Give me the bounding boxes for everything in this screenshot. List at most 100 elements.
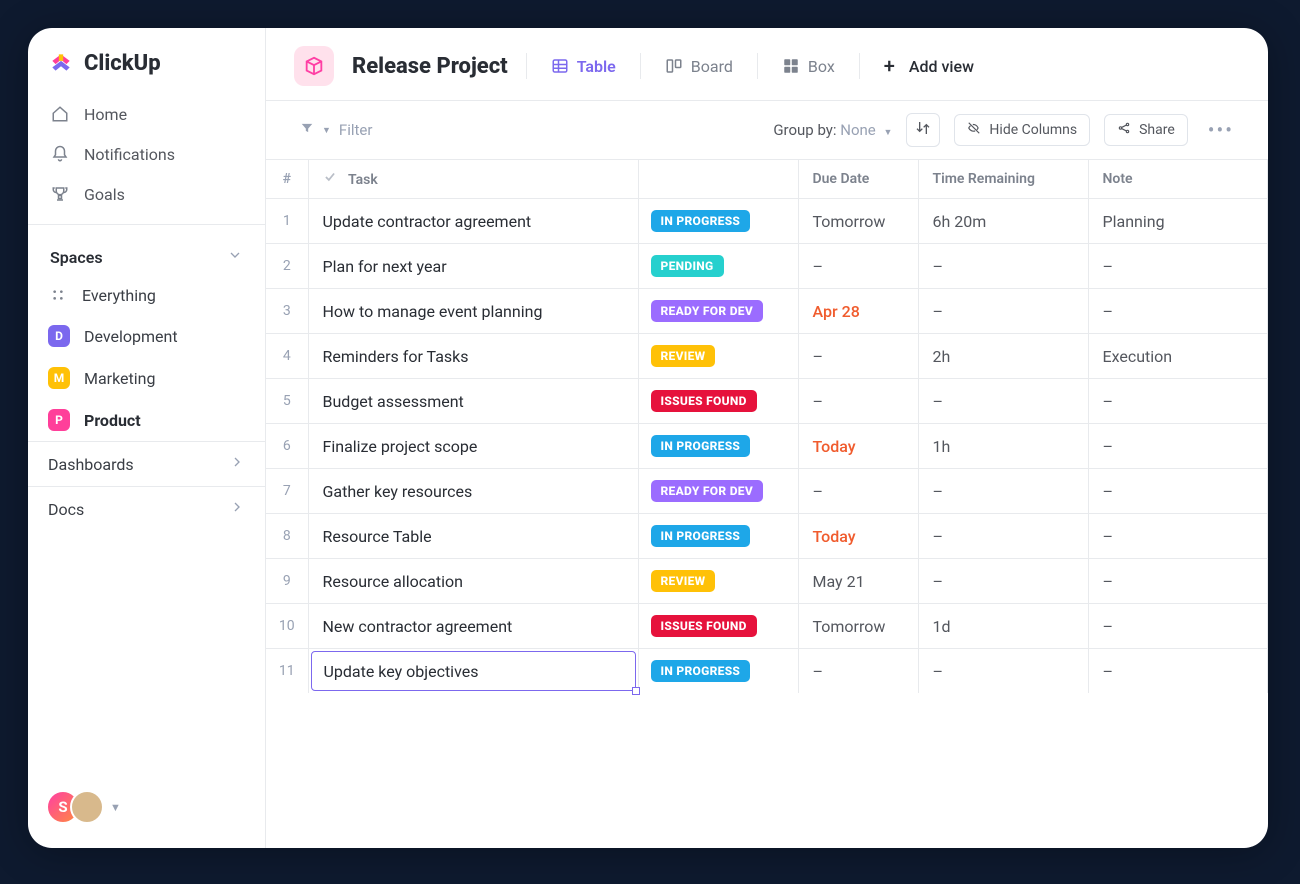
sort-button[interactable] bbox=[906, 113, 940, 147]
time-cell[interactable]: – bbox=[918, 289, 1088, 334]
task-cell[interactable]: Resource Table bbox=[308, 514, 638, 559]
status-cell[interactable]: IN PROGRESS bbox=[638, 424, 798, 469]
column-header-note[interactable]: Note bbox=[1088, 160, 1268, 199]
sidebar-item-docs[interactable]: Docs bbox=[28, 486, 265, 531]
table-row[interactable]: 2Plan for next yearPENDING––– bbox=[266, 244, 1268, 289]
note-cell[interactable]: Execution bbox=[1088, 334, 1268, 379]
note-cell[interactable]: – bbox=[1088, 289, 1268, 334]
task-name[interactable]: Plan for next year bbox=[309, 244, 638, 288]
time-cell[interactable]: – bbox=[918, 559, 1088, 604]
table-row[interactable]: 3How to manage event planningREADY FOR D… bbox=[266, 289, 1268, 334]
user-avatars[interactable]: S ▼ bbox=[28, 772, 265, 848]
status-cell[interactable]: REVIEW bbox=[638, 334, 798, 379]
avatar[interactable] bbox=[70, 790, 104, 824]
task-cell[interactable]: Gather key resources bbox=[308, 469, 638, 514]
task-cell[interactable]: Plan for next year bbox=[308, 244, 638, 289]
task-name[interactable]: Budget assessment bbox=[309, 379, 638, 423]
column-header-time[interactable]: Time Remaining bbox=[918, 160, 1088, 199]
sidebar-item-everything[interactable]: Everything bbox=[28, 275, 265, 315]
column-header-number[interactable]: # bbox=[266, 160, 308, 199]
task-cell[interactable]: Resource allocation bbox=[308, 559, 638, 604]
note-cell[interactable]: – bbox=[1088, 649, 1268, 694]
note-cell[interactable]: – bbox=[1088, 469, 1268, 514]
status-cell[interactable]: IN PROGRESS bbox=[638, 199, 798, 244]
status-cell[interactable]: PENDING bbox=[638, 244, 798, 289]
time-cell[interactable]: – bbox=[918, 469, 1088, 514]
due-cell[interactable]: – bbox=[798, 379, 918, 424]
column-header-due[interactable]: Due Date bbox=[798, 160, 918, 199]
resize-handle[interactable] bbox=[632, 687, 640, 695]
sidebar-item-home[interactable]: Home bbox=[38, 94, 255, 134]
hide-columns-button[interactable]: Hide Columns bbox=[954, 114, 1090, 146]
table-row[interactable]: 5Budget assessmentISSUES FOUND––– bbox=[266, 379, 1268, 424]
due-cell[interactable]: Tomorrow bbox=[798, 199, 918, 244]
due-cell[interactable]: Tomorrow bbox=[798, 604, 918, 649]
task-name[interactable]: Resource allocation bbox=[309, 559, 638, 603]
status-cell[interactable]: READY FOR DEV bbox=[638, 289, 798, 334]
due-cell[interactable]: – bbox=[798, 469, 918, 514]
status-cell[interactable]: IN PROGRESS bbox=[638, 649, 798, 694]
table-row[interactable]: 8Resource TableIN PROGRESSToday–– bbox=[266, 514, 1268, 559]
table-row[interactable]: 6Finalize project scopeIN PROGRESSToday1… bbox=[266, 424, 1268, 469]
time-cell[interactable]: – bbox=[918, 244, 1088, 289]
add-view-button[interactable]: + Add view bbox=[878, 52, 980, 80]
note-cell[interactable]: – bbox=[1088, 244, 1268, 289]
table-row[interactable]: 4Reminders for TasksREVIEW–2hExecution bbox=[266, 334, 1268, 379]
sidebar-item-dashboards[interactable]: Dashboards bbox=[28, 441, 265, 486]
note-cell[interactable]: – bbox=[1088, 604, 1268, 649]
table-row[interactable]: 1Update contractor agreementIN PROGRESST… bbox=[266, 199, 1268, 244]
task-cell[interactable]: Update key objectives bbox=[308, 649, 638, 694]
task-name[interactable]: Gather key resources bbox=[309, 469, 638, 513]
share-button[interactable]: Share bbox=[1104, 114, 1188, 146]
table-row[interactable]: 9Resource allocationREVIEWMay 21–– bbox=[266, 559, 1268, 604]
sidebar-item-notifications[interactable]: Notifications bbox=[38, 134, 255, 174]
task-cell[interactable]: Update contractor agreement bbox=[308, 199, 638, 244]
task-name[interactable]: Finalize project scope bbox=[309, 424, 638, 468]
table-row[interactable]: 11Update key objectivesIN PROGRESS––– bbox=[266, 649, 1268, 694]
due-cell[interactable]: May 21 bbox=[798, 559, 918, 604]
task-name[interactable]: Update key objectives bbox=[311, 651, 636, 691]
note-cell[interactable]: – bbox=[1088, 424, 1268, 469]
column-header-status[interactable] bbox=[638, 160, 798, 199]
time-cell[interactable]: – bbox=[918, 649, 1088, 694]
view-tab-board[interactable]: Board bbox=[659, 53, 739, 80]
task-name[interactable]: Update contractor agreement bbox=[309, 199, 638, 243]
task-cell[interactable]: New contractor agreement bbox=[308, 604, 638, 649]
due-cell[interactable]: – bbox=[798, 244, 918, 289]
groupby-selector[interactable]: Group by: None ▼ bbox=[773, 121, 892, 139]
time-cell[interactable]: – bbox=[918, 379, 1088, 424]
table-row[interactable]: 10New contractor agreementISSUES FOUNDTo… bbox=[266, 604, 1268, 649]
task-cell[interactable]: How to manage event planning bbox=[308, 289, 638, 334]
note-cell[interactable]: – bbox=[1088, 559, 1268, 604]
note-cell[interactable]: – bbox=[1088, 514, 1268, 559]
task-name[interactable]: How to manage event planning bbox=[309, 289, 638, 333]
time-cell[interactable]: 6h 20m bbox=[918, 199, 1088, 244]
table-row[interactable]: 7Gather key resourcesREADY FOR DEV––– bbox=[266, 469, 1268, 514]
task-cell[interactable]: Budget assessment bbox=[308, 379, 638, 424]
time-cell[interactable]: 2h bbox=[918, 334, 1088, 379]
due-cell[interactable]: – bbox=[798, 334, 918, 379]
status-cell[interactable]: REVIEW bbox=[638, 559, 798, 604]
task-name[interactable]: Resource Table bbox=[309, 514, 638, 558]
task-name[interactable]: New contractor agreement bbox=[309, 604, 638, 648]
logo[interactable]: ClickUp bbox=[28, 28, 265, 94]
due-cell[interactable]: Apr 28 bbox=[798, 289, 918, 334]
status-cell[interactable]: READY FOR DEV bbox=[638, 469, 798, 514]
view-tab-box[interactable]: Box bbox=[776, 53, 841, 80]
view-tab-table[interactable]: Table bbox=[545, 53, 622, 80]
caret-down-icon[interactable]: ▼ bbox=[110, 801, 121, 814]
status-cell[interactable]: IN PROGRESS bbox=[638, 514, 798, 559]
note-cell[interactable]: – bbox=[1088, 379, 1268, 424]
time-cell[interactable]: 1d bbox=[918, 604, 1088, 649]
status-cell[interactable]: ISSUES FOUND bbox=[638, 379, 798, 424]
more-button[interactable]: ••• bbox=[1202, 118, 1240, 142]
column-header-task[interactable]: Task bbox=[308, 160, 638, 199]
sidebar-item-goals[interactable]: Goals bbox=[38, 174, 255, 214]
due-cell[interactable]: – bbox=[798, 649, 918, 694]
filter-button[interactable]: ▼ Filter bbox=[294, 117, 378, 143]
spaces-header[interactable]: Spaces bbox=[28, 235, 265, 275]
sidebar-space-item[interactable]: MMarketing bbox=[28, 357, 265, 399]
task-name[interactable]: Reminders for Tasks bbox=[309, 334, 638, 378]
sidebar-space-item[interactable]: DDevelopment bbox=[28, 315, 265, 357]
status-cell[interactable]: ISSUES FOUND bbox=[638, 604, 798, 649]
